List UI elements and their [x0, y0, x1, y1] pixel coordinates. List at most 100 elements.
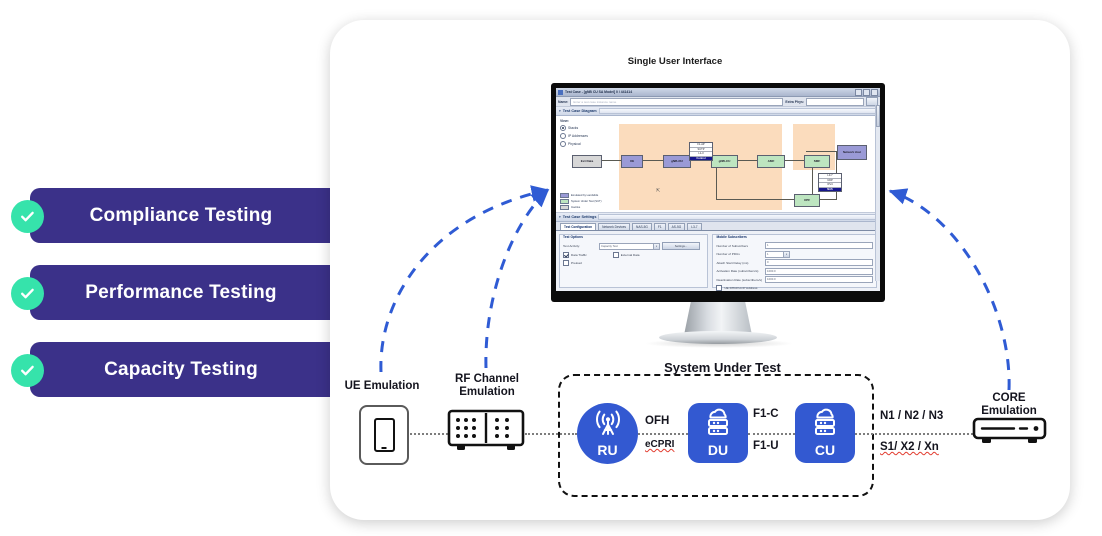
chevron-down-icon[interactable]: ▾ — [653, 243, 659, 249]
chevron-down-icon[interactable]: ▾ — [559, 109, 561, 113]
feature-pill-row[interactable]: Capacity Testing — [0, 342, 350, 397]
extra-phys-input[interactable] — [806, 97, 864, 106]
diagram-legend: Emulated by Landslide System Under Test … — [560, 192, 602, 210]
ru-node[interactable]: RU — [577, 403, 638, 464]
subscribers-count-input[interactable]: 1 — [765, 242, 873, 249]
settings-section-header[interactable]: ▾ Test Case Settings — [556, 213, 880, 222]
radio-icon[interactable] — [560, 125, 566, 131]
data-traffic-row[interactable]: Data Traffic External Data — [563, 252, 704, 258]
chevron-down-icon[interactable]: ▾ — [783, 251, 790, 257]
legend-swatch — [560, 199, 569, 204]
dhcp-row[interactable]: UE DHCPv4 IP Address — [716, 285, 873, 291]
preload-checkbox[interactable] — [563, 260, 569, 266]
interface-label-s1x2xn: S1/ X2 / Xn — [880, 441, 939, 453]
preload-row[interactable]: Preload — [563, 260, 704, 266]
radio-icon[interactable] — [560, 141, 566, 147]
mobile-phone-icon — [373, 418, 395, 452]
pdus-count-label: Number of PDUs — [716, 252, 740, 256]
scrollbar-thumb[interactable] — [876, 105, 880, 127]
monitor-caption: Single User Interface — [627, 56, 723, 67]
link-du-cu — [748, 433, 795, 435]
activation-rate-label: Activation Rate (subscribers/s) — [716, 269, 759, 273]
cloud-server-icon — [810, 408, 840, 441]
external-data-checkbox[interactable] — [612, 252, 619, 258]
settings-tabstrip[interactable]: Test Configuration Network Devices NAS-5… — [556, 222, 880, 231]
diagram-node-gnb-cu[interactable]: gNB-CU — [711, 155, 738, 168]
diagram-node-upf[interactable]: UPF — [794, 194, 820, 207]
deactivation-rate-label: Deactivation Rate (subscribers/s) — [716, 277, 763, 282]
test-activity-settings-button[interactable]: Settings... — [662, 242, 700, 250]
mouse-cursor-icon: ⇱ — [656, 188, 661, 194]
du-node[interactable]: DU — [688, 403, 748, 463]
view-options: View: Stacks IP Addresses Physical — [560, 119, 588, 149]
diagram-section-title: Test Case Diagram — [562, 109, 597, 113]
app-titlebar: Test Case - [gNB CU SA Model] 0 / 441414 — [556, 88, 880, 97]
tab-test-configuration[interactable]: Test Configuration — [560, 223, 597, 230]
legend-swatch — [560, 193, 569, 198]
check-circle-icon — [11, 277, 44, 310]
test-case-diagram-canvas[interactable]: View: Stacks IP Addresses Physical Ext D… — [556, 116, 880, 213]
feature-pill-compliance[interactable]: Compliance Testing — [30, 188, 350, 243]
interface-label-f1c: F1-C — [753, 408, 779, 420]
feature-pill-row[interactable]: Performance Testing — [0, 265, 350, 320]
diagram-node-network-host[interactable]: Network Host — [837, 145, 867, 160]
monitor-shadow — [644, 339, 794, 348]
test-activity-label: Test Activity: — [563, 244, 581, 248]
diagram-section-header[interactable]: ▾ Test Case Diagram — [556, 107, 880, 116]
cloud-server-icon — [703, 408, 733, 441]
legend-label: System Under Test (SUT) — [571, 200, 602, 203]
deactivation-rate-input[interactable]: 1000.0 — [765, 276, 873, 283]
interface-label-ecpri: eCPRI — [645, 439, 675, 450]
ue-emulation-device[interactable] — [359, 405, 409, 465]
legend-label: Inactive — [571, 206, 581, 209]
view-option-label: Stacks — [568, 126, 579, 130]
maximize-button[interactable] — [863, 88, 870, 96]
attach-delay-input[interactable]: 0 — [765, 259, 873, 266]
rf-channel-emulator-device[interactable] — [447, 409, 525, 455]
view-option-stacks[interactable]: Stacks — [560, 125, 588, 131]
diagram-node-ext-data[interactable]: Ext Data — [572, 155, 602, 168]
protocol-stack-right[interactable]: L3-7 UDP IPv4 NAS — [818, 173, 842, 193]
radio-tower-icon — [592, 410, 624, 445]
diagram-node-amf[interactable]: AMF — [757, 155, 785, 168]
cu-node[interactable]: CU — [795, 403, 855, 463]
tab-l3-7[interactable]: L3-7 — [687, 223, 702, 230]
tab-network-devices[interactable]: Network Devices — [598, 223, 631, 230]
view-option-label: IP Addresses — [568, 134, 588, 138]
core-emulation-label: CORE Emulation — [959, 392, 1059, 418]
pdus-count-select[interactable]: 1 ▾ — [765, 250, 791, 258]
vertical-scrollbar[interactable] — [875, 105, 880, 281]
link-ru-du — [638, 433, 688, 435]
diagram-node-ue[interactable]: UE — [621, 155, 643, 168]
link-cu-core — [855, 433, 973, 435]
view-option-physical[interactable]: Physical — [560, 141, 588, 147]
view-option-ip-addresses[interactable]: IP Addresses — [560, 133, 588, 139]
diagram-node-smf[interactable]: SMF — [804, 155, 830, 168]
tab-as-5g[interactable]: AS-5G — [667, 223, 686, 230]
tab-nas-5g[interactable]: NAS-5G — [632, 223, 652, 230]
feature-pill-capacity[interactable]: Capacity Testing — [30, 342, 350, 397]
data-traffic-checkbox[interactable] — [563, 252, 569, 258]
rf-channel-label-line2: Emulation — [459, 386, 515, 398]
test-activity-select[interactable]: Capacity Test ▾ — [599, 242, 660, 250]
activation-rate-input[interactable]: 1000.0 — [765, 267, 873, 275]
legend-item: System Under Test (SUT) — [560, 199, 602, 204]
window-controls[interactable] — [855, 88, 878, 96]
chevron-down-icon[interactable]: ▾ — [559, 215, 561, 219]
minimize-button[interactable] — [855, 88, 862, 96]
feature-pill-performance[interactable]: Performance Testing — [30, 265, 350, 320]
dhcp-checkbox[interactable] — [716, 285, 723, 291]
diagram-node-gnb-du[interactable]: gNB-DU — [663, 155, 691, 168]
core-emulation-device[interactable] — [972, 417, 1047, 445]
feature-pill-row[interactable]: Compliance Testing — [0, 188, 350, 243]
feature-pill-label: Capacity Testing — [104, 358, 258, 380]
tab-f1[interactable]: F1 — [653, 223, 666, 230]
name-input[interactable]: Enter a test case instance name — [570, 97, 784, 106]
interface-label-n1n2n3: N1 / N2 / N3 — [880, 410, 944, 422]
protocol-stack-left[interactable]: F1-AP SCTP L1-3 Control — [689, 142, 713, 162]
radio-icon[interactable] — [560, 133, 566, 139]
feature-pill-label: Performance Testing — [85, 281, 277, 303]
close-button[interactable] — [871, 88, 878, 96]
core-label-line1: CORE — [992, 392, 1026, 404]
legend-item: Inactive — [560, 205, 602, 210]
